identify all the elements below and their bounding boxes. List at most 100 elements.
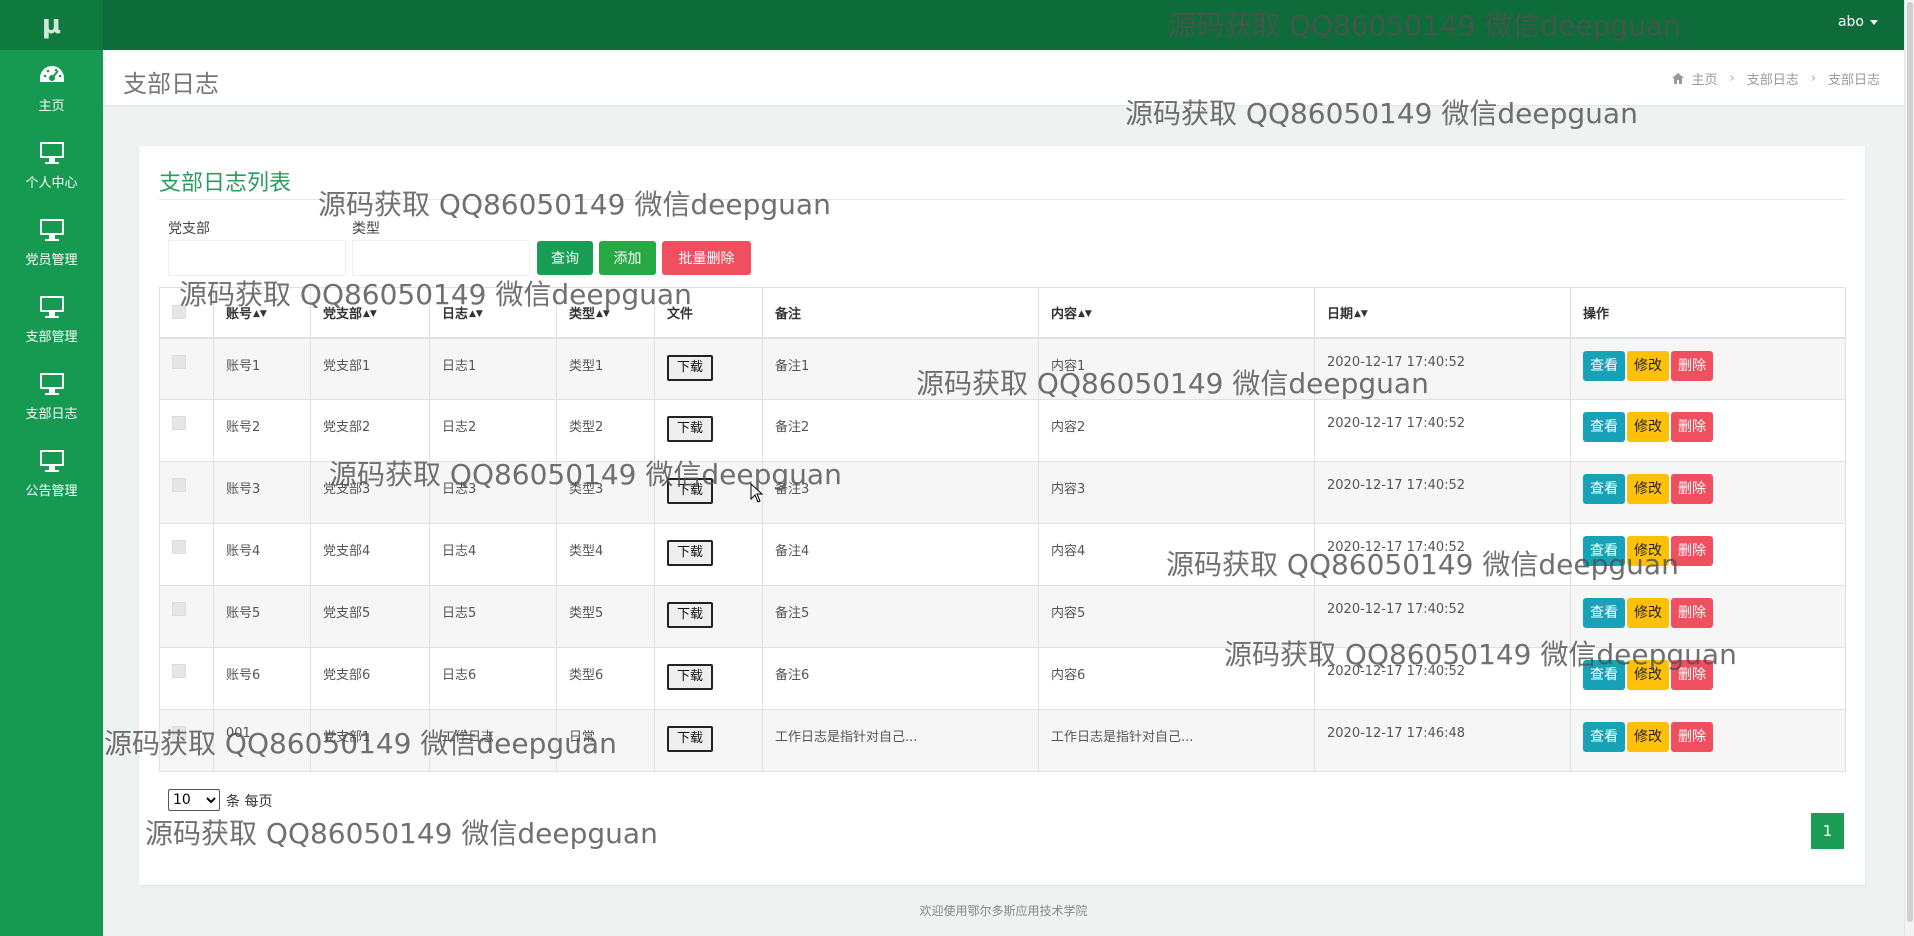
select-all-checkbox[interactable]	[172, 305, 186, 320]
cell-date: 2020-12-17 17:40:52	[1314, 585, 1571, 648]
table-row: 账号3 党支部3 日志3 类型3 下载 备注3 内容3 2020-12-17 17:40:52…	[159, 461, 1846, 524]
query-button[interactable]: 查询	[537, 241, 593, 275]
download-button[interactable]: 下载	[667, 416, 714, 442]
edit-button[interactable]: 修改	[1627, 536, 1669, 566]
row-checkbox[interactable]	[172, 354, 186, 369]
type-filter-input[interactable]	[352, 240, 530, 276]
row-checkbox[interactable]	[172, 664, 186, 678]
column-header-type[interactable]: 类型▲▼	[556, 287, 655, 339]
column-header-content[interactable]: 内容▲▼	[1038, 287, 1315, 339]
divider	[159, 199, 1845, 200]
cell-remark: 备注6	[762, 647, 1039, 710]
user-menu[interactable]: abo	[1838, 14, 1878, 30]
cell-file: 下载	[654, 461, 763, 524]
delete-button[interactable]: 删除	[1671, 474, 1713, 504]
view-button[interactable]: 查看	[1583, 660, 1625, 690]
row-checkbox[interactable]	[172, 726, 186, 740]
scrollbar-thumb[interactable]	[1907, 2, 1913, 922]
sidebar-item-member-management[interactable]: 党员管理	[0, 204, 103, 281]
cell-branch: 党支部1	[310, 337, 430, 400]
edit-button[interactable]: 修改	[1627, 660, 1669, 690]
cell-account: 账号1	[213, 337, 311, 400]
branch-filter-input[interactable]	[168, 240, 346, 276]
edit-button[interactable]: 修改	[1627, 474, 1669, 504]
mouse-pointer-icon	[750, 483, 764, 503]
sidebar-item-branch-management[interactable]: 支部管理	[0, 281, 103, 358]
cell-branch: 党支部3	[310, 461, 430, 524]
vertical-scrollbar[interactable]	[1904, 0, 1914, 936]
column-header-branch[interactable]: 党支部▲▼	[310, 287, 430, 339]
download-button[interactable]: 下载	[667, 478, 714, 504]
sidebar-item-notice-management[interactable]: 公告管理	[0, 435, 103, 512]
edit-button[interactable]: 修改	[1627, 598, 1669, 628]
page-size-label: 条 每页	[226, 794, 273, 810]
breadcrumb-branch-log[interactable]: 支部日志	[1747, 69, 1799, 88]
view-button[interactable]: 查看	[1583, 598, 1625, 628]
sidebar-item-personal-center[interactable]: 个人中心	[0, 127, 103, 204]
download-button[interactable]: 下载	[667, 726, 714, 752]
column-header-actions: 操作	[1570, 287, 1846, 339]
download-button[interactable]: 下载	[667, 602, 714, 628]
view-button[interactable]: 查看	[1583, 536, 1625, 566]
edit-button[interactable]: 修改	[1627, 350, 1669, 381]
column-header-date[interactable]: 日期▲▼	[1314, 287, 1571, 339]
delete-button[interactable]: 删除	[1671, 722, 1713, 752]
row-checkbox[interactable]	[172, 540, 186, 554]
view-button[interactable]: 查看	[1583, 350, 1625, 381]
sort-icon: ▲▼	[363, 309, 377, 320]
download-button[interactable]: 下载	[667, 540, 714, 566]
cell-actions: 查看 修改 删除	[1570, 585, 1846, 648]
add-button[interactable]: 添加	[599, 241, 656, 275]
download-button[interactable]: 下载	[667, 354, 714, 381]
cell-account: 账号5	[213, 585, 311, 648]
cell-type: 类型3	[556, 461, 655, 524]
batch-delete-button[interactable]: 批量删除	[662, 241, 751, 275]
cell-actions: 查看 修改 删除	[1570, 461, 1846, 524]
sidebar-item-home[interactable]: 主页	[0, 50, 103, 127]
cell-content: 内容6	[1038, 647, 1315, 710]
view-button[interactable]: 查看	[1583, 722, 1625, 752]
row-checkbox[interactable]	[172, 602, 186, 616]
row-checkbox[interactable]	[172, 416, 186, 430]
column-header-account[interactable]: 账号▲▼	[213, 287, 311, 339]
row-select-cell	[159, 461, 214, 524]
delete-button[interactable]: 删除	[1671, 598, 1713, 628]
edit-button[interactable]: 修改	[1627, 412, 1669, 442]
view-button[interactable]: 查看	[1583, 474, 1625, 504]
cell-remark: 备注5	[762, 585, 1039, 648]
column-header-log[interactable]: 日志▲▼	[429, 287, 557, 339]
cell-file: 下载	[654, 337, 763, 400]
cell-file: 下载	[654, 399, 763, 462]
page-size-select[interactable]: 10	[168, 789, 220, 811]
cell-account: 001	[213, 709, 311, 772]
cell-content: 内容5	[1038, 585, 1315, 648]
top-navbar: abo	[103, 0, 1904, 50]
delete-button[interactable]: 删除	[1671, 536, 1713, 566]
sort-icon: ▲▼	[596, 309, 610, 320]
pagination-page-1[interactable]: 1	[1811, 813, 1844, 849]
sidebar-item-label: 公告管理	[25, 484, 78, 499]
cell-branch: 党支部1	[310, 709, 430, 772]
row-select-cell	[159, 399, 214, 462]
cell-type: 类型1	[556, 337, 655, 400]
breadcrumb-home[interactable]: 主页	[1692, 69, 1718, 88]
cell-branch: 党支部6	[310, 647, 430, 710]
sidebar-item-label: 个人中心	[25, 176, 78, 191]
dashboard-icon	[39, 66, 64, 82]
delete-button[interactable]: 删除	[1671, 412, 1713, 442]
download-button[interactable]: 下载	[667, 664, 714, 690]
cell-date: 2020-12-17 17:46:48	[1314, 709, 1571, 772]
delete-button[interactable]: 删除	[1671, 660, 1713, 690]
row-checkbox[interactable]	[172, 478, 186, 492]
app-logo[interactable]: μ	[0, 0, 103, 50]
delete-button[interactable]: 删除	[1671, 350, 1713, 381]
row-select-cell	[159, 337, 214, 400]
cell-content: 工作日志是指针对自己...	[1038, 709, 1315, 772]
sort-icon: ▲▼	[1078, 309, 1092, 320]
view-button[interactable]: 查看	[1583, 412, 1625, 442]
cell-file: 下载	[654, 523, 763, 586]
cell-branch: 党支部2	[310, 399, 430, 462]
monitor-icon	[39, 142, 64, 164]
sidebar-item-branch-log[interactable]: 支部日志	[0, 358, 103, 435]
edit-button[interactable]: 修改	[1627, 722, 1669, 752]
